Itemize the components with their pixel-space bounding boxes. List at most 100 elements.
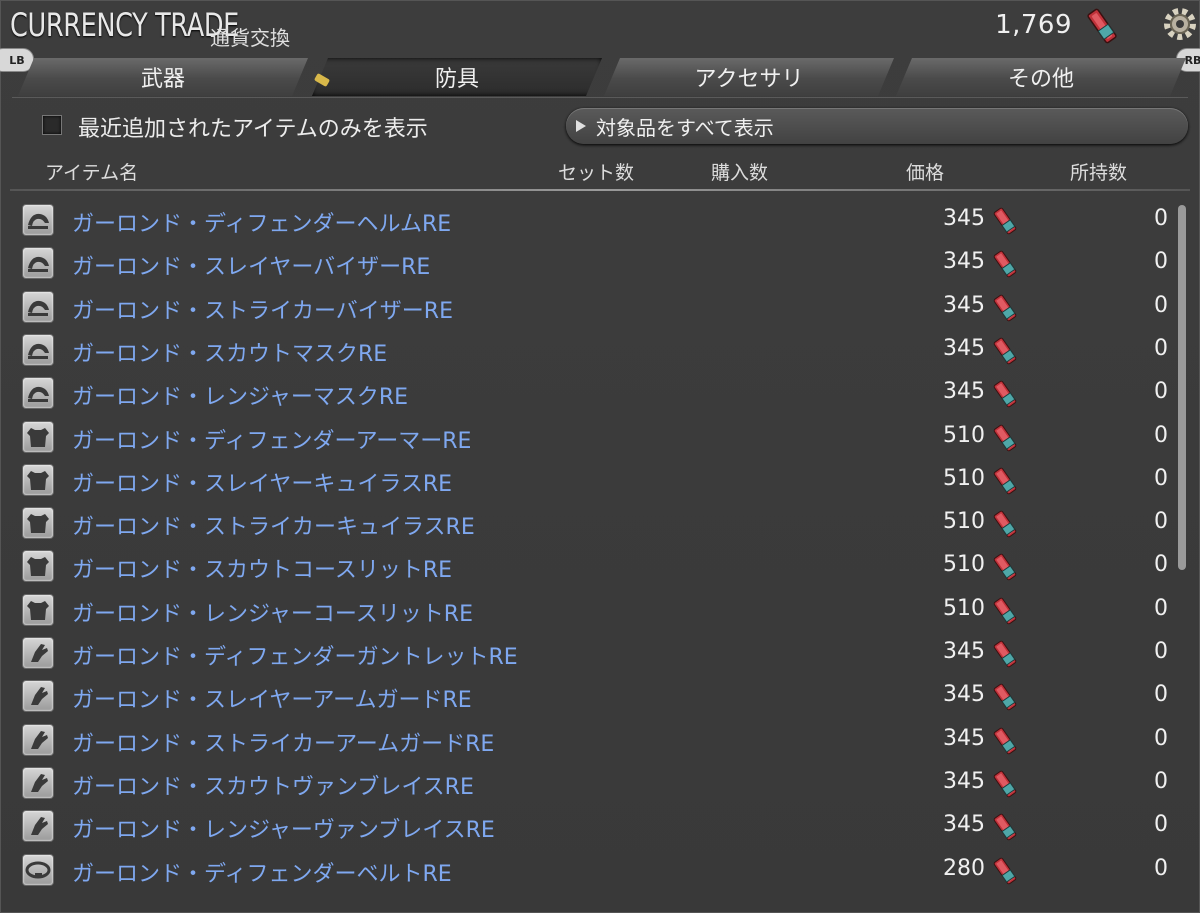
column-header-purchase-count: 購入数 xyxy=(711,162,769,184)
helm-icon xyxy=(22,247,54,280)
item-name[interactable]: ガーロンド・ストライカーバイザーRE xyxy=(72,293,453,325)
tabs-divider xyxy=(12,97,1188,98)
tab-other[interactable]: その他 xyxy=(896,58,1186,96)
currency-token-icon xyxy=(990,466,1020,496)
item-price: 510 xyxy=(943,422,985,448)
item-name[interactable]: ガーロンド・レンジャーコースリットRE xyxy=(72,596,473,628)
body-armor-icon xyxy=(22,463,54,496)
item-name[interactable]: ガーロンド・スカウトコースリットRE xyxy=(72,552,452,584)
item-row[interactable]: ガーロンド・レンジャーヴァンブレイスRE 345 0 xyxy=(0,804,1170,847)
item-row[interactable]: ガーロンド・スレイヤーキュイラスRE 510 0 xyxy=(0,458,1170,501)
column-header-price: 価格 xyxy=(906,162,945,184)
item-name[interactable]: ガーロンド・レンジャーマスクRE xyxy=(72,379,408,411)
item-row[interactable]: ガーロンド・ストライカーキュイラスRE 510 0 xyxy=(0,501,1170,544)
currency-trade-window: CURRENCY TRADE 通貨交換 1,769 LB RB 武器 防具 アク… xyxy=(0,0,1200,913)
currency-token-icon xyxy=(990,812,1020,842)
gauntlet-icon xyxy=(22,723,54,756)
item-name[interactable]: ガーロンド・ディフェンダーガントレットRE xyxy=(72,639,518,671)
item-row[interactable]: ガーロンド・ストライカーアームガードRE 345 0 xyxy=(0,718,1170,761)
item-row[interactable]: ガーロンド・スレイヤーバイザーRE 345 0 xyxy=(0,241,1170,284)
item-owned-count: 0 xyxy=(1154,249,1168,275)
item-name[interactable]: ガーロンド・スカウトマスクRE xyxy=(72,336,387,368)
item-price: 345 xyxy=(943,812,985,838)
tab-accessories[interactable]: アクセサリ xyxy=(604,58,894,96)
gauntlet-icon xyxy=(22,637,54,669)
item-row[interactable]: ガーロンド・スカウトヴァンブレイスRE 345 0 xyxy=(0,761,1170,804)
show-all-items-label: 対象品をすべて表示 xyxy=(596,115,774,140)
currency-token-icon xyxy=(990,769,1020,799)
list-scrollbar[interactable] xyxy=(1178,205,1186,570)
window-title: CURRENCY TRADE xyxy=(10,6,239,44)
recent-items-checkbox[interactable] xyxy=(42,115,62,135)
helm-icon xyxy=(22,204,54,236)
item-owned-count: 0 xyxy=(1154,422,1168,448)
currency-token-icon xyxy=(990,682,1020,712)
item-name[interactable]: ガーロンド・ディフェンダーヘルムRE xyxy=(72,206,451,238)
item-owned-count: 0 xyxy=(1154,595,1168,621)
body-armor-icon xyxy=(22,550,54,583)
column-header-owned: 所持数 xyxy=(1070,162,1128,184)
item-name[interactable]: ガーロンド・スカウトヴァンブレイスRE xyxy=(72,769,474,801)
currency-token-icon xyxy=(990,726,1020,756)
item-row[interactable]: ガーロンド・レンジャーマスクRE 345 0 xyxy=(0,371,1170,414)
currency-token-icon xyxy=(990,206,1020,236)
currency-token-icon xyxy=(990,423,1020,453)
item-row[interactable]: ガーロンド・ストライカーバイザーRE 345 0 xyxy=(0,285,1170,328)
item-owned-count: 0 xyxy=(1154,206,1168,231)
show-all-items-button[interactable]: 対象品をすべて表示 xyxy=(566,108,1188,144)
item-owned-count: 0 xyxy=(1154,725,1168,751)
item-row[interactable]: ガーロンド・スカウトマスクRE 345 0 xyxy=(0,328,1170,371)
currency-amount: 1,769 xyxy=(995,10,1072,40)
item-price: 345 xyxy=(943,725,985,751)
currency-token-icon xyxy=(990,509,1020,539)
item-name[interactable]: ガーロンド・レンジャーヴァンブレイスRE xyxy=(72,812,495,844)
item-price: 510 xyxy=(943,595,985,621)
item-owned-count: 0 xyxy=(1154,465,1168,491)
item-price: 345 xyxy=(943,249,985,275)
gauntlet-icon xyxy=(22,680,54,713)
item-name[interactable]: ガーロンド・ディフェンダーアーマーRE xyxy=(72,423,471,455)
item-row[interactable]: ガーロンド・スレイヤーアームガードRE 345 0 xyxy=(0,674,1170,717)
item-row[interactable]: ガーロンド・レンジャーコースリットRE 510 0 xyxy=(0,588,1170,631)
item-price: 345 xyxy=(943,682,985,708)
item-price: 510 xyxy=(943,465,985,491)
item-owned-count: 0 xyxy=(1154,379,1168,405)
currency-token-icon xyxy=(990,552,1020,582)
item-row[interactable]: ガーロンド・ディフェンダーアーマーRE 510 0 xyxy=(0,415,1170,458)
item-owned-count: 0 xyxy=(1154,855,1168,881)
item-price: 345 xyxy=(943,292,985,318)
item-name[interactable]: ガーロンド・ストライカーアームガードRE xyxy=(72,726,494,758)
item-row[interactable]: ガーロンド・ディフェンダーベルトRE 280 0 xyxy=(0,848,1170,891)
item-name[interactable]: ガーロンド・ストライカーキュイラスRE xyxy=(72,509,475,541)
tab-armor[interactable]: 防具 xyxy=(312,58,602,96)
column-header-item-name: アイテム名 xyxy=(45,162,139,184)
helm-icon xyxy=(22,333,54,366)
currency-token-icon xyxy=(990,293,1020,323)
window-subtitle: 通貨交換 xyxy=(210,26,290,50)
currency-token-icon xyxy=(990,379,1020,409)
item-owned-count: 0 xyxy=(1154,292,1168,318)
currency-token-icon xyxy=(990,596,1020,626)
item-row[interactable]: ガーロンド・ディフェンダーヘルムRE 345 0 xyxy=(0,198,1170,241)
item-price: 345 xyxy=(943,768,985,794)
lb-shoulder-button[interactable]: LB xyxy=(0,48,34,72)
settings-gear-icon[interactable] xyxy=(1160,4,1200,44)
helm-icon xyxy=(22,290,54,323)
item-price: 345 xyxy=(943,335,985,361)
item-owned-count: 0 xyxy=(1154,509,1168,535)
tab-weapons[interactable]: 武器 xyxy=(18,58,308,96)
item-name[interactable]: ガーロンド・ディフェンダーベルトRE xyxy=(72,856,452,888)
item-name[interactable]: ガーロンド・スレイヤーアームガードRE xyxy=(72,682,472,714)
currency-token-icon xyxy=(990,249,1020,279)
body-armor-icon xyxy=(22,593,54,626)
item-price: 280 xyxy=(943,855,985,881)
item-price: 510 xyxy=(943,509,985,535)
body-armor-icon xyxy=(22,420,54,453)
item-name[interactable]: ガーロンド・スレイヤーキュイラスRE xyxy=(72,466,452,498)
item-row[interactable]: ガーロンド・ディフェンダーガントレットRE 345 0 xyxy=(0,631,1170,674)
belt-icon xyxy=(22,853,54,886)
item-row[interactable]: ガーロンド・スカウトコースリットRE 510 0 xyxy=(0,544,1170,587)
currency-token-icon xyxy=(990,856,1020,886)
recent-items-checkbox-label[interactable]: 最近追加されたアイテムのみを表示 xyxy=(78,111,428,143)
item-name[interactable]: ガーロンド・スレイヤーバイザーRE xyxy=(72,249,430,281)
